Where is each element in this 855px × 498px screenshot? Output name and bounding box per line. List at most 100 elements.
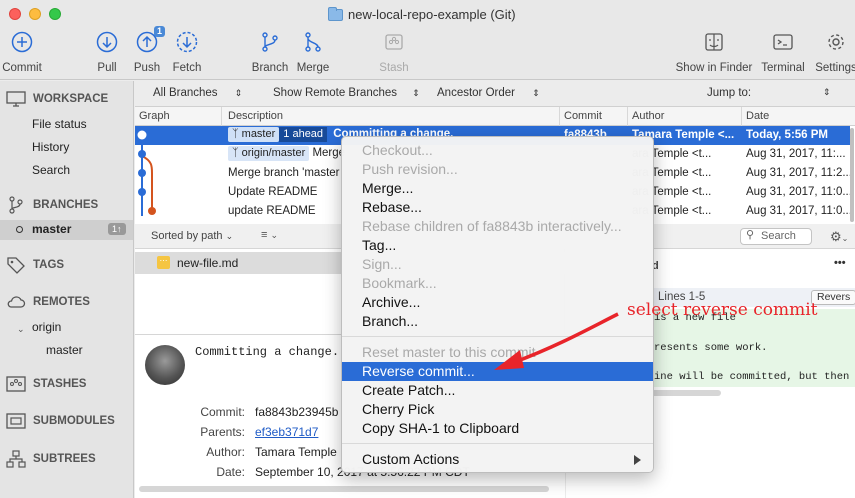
commit-context-menu: Checkout... Push revision... Merge... Re…	[341, 136, 654, 473]
sidebar-item-remote-origin[interactable]: origin	[32, 320, 61, 334]
menu-item-push-revision[interactable]: Push revision...	[342, 160, 653, 179]
view-options-dropdown[interactable]: ≡ ⌄	[261, 229, 278, 241]
branch-ahead-badge: 1↑	[108, 223, 126, 235]
stashes-header[interactable]: STASHES	[6, 376, 86, 392]
gear-icon[interactable]: ⚙⌄	[830, 229, 848, 245]
workspace-header[interactable]: WORKSPACE	[6, 91, 108, 107]
menu-item-sign[interactable]: Sign...	[342, 255, 653, 274]
jump-to-label: Jump to:	[707, 87, 752, 99]
menu-item-bookmark[interactable]: Bookmark...	[342, 274, 653, 293]
fetch-button[interactable]: Fetch	[157, 30, 217, 74]
finder-icon	[702, 30, 726, 54]
column-author[interactable]: Author	[632, 110, 664, 122]
menu-item-create-patch[interactable]: Create Patch...	[342, 381, 653, 400]
monitor-icon	[6, 91, 26, 107]
commit-label: Commit	[2, 62, 42, 74]
show-remote-branches-dropdown[interactable]: Show Remote Branches ⇕	[273, 87, 420, 99]
subtrees-header[interactable]: SUBTREES	[6, 450, 96, 468]
show-remote-label: Show Remote Branches	[273, 87, 398, 99]
menu-item-checkout[interactable]: Checkout...	[342, 141, 653, 160]
merge-button[interactable]: Merge	[283, 30, 343, 74]
commit-date: Aug 31, 2017, 11:0...	[746, 205, 852, 217]
search-input[interactable]: ⚲ Search	[740, 228, 812, 245]
menu-item-branch[interactable]: Branch...	[342, 312, 653, 331]
all-branches-label: All Branches	[153, 87, 218, 99]
more-options-button[interactable]: •••	[834, 257, 846, 269]
all-branches-dropdown[interactable]: All Branches ⇕	[153, 87, 242, 99]
ancestor-order-dropdown[interactable]: Ancestor Order ⇕	[437, 87, 540, 99]
list-icon: ≡	[261, 229, 268, 241]
push-icon: 1	[135, 26, 165, 54]
commit-list-scrollbar[interactable]	[850, 128, 854, 222]
graph-node	[137, 130, 147, 140]
commit-date: Aug 31, 2017, 11:0...	[746, 186, 852, 198]
minimize-window-button[interactable]	[29, 8, 41, 20]
chevron-down-icon: ⌄	[225, 231, 234, 241]
menu-item-reverse-commit[interactable]: Reverse commit...	[342, 362, 653, 381]
menu-item-custom-actions[interactable]: Custom Actions	[342, 450, 653, 469]
close-window-button[interactable]	[9, 8, 21, 20]
show-in-finder-button[interactable]: Show in Finder	[676, 30, 752, 74]
commit-button[interactable]: Commit	[0, 30, 52, 74]
menu-item-rebase[interactable]: Rebase...	[342, 198, 653, 217]
submodules-header[interactable]: SUBMODULES	[6, 413, 115, 429]
sidebar-item-history[interactable]: History	[32, 140, 69, 154]
stash-icon	[6, 376, 26, 392]
terminal-button[interactable]: Terminal	[753, 30, 813, 74]
zoom-window-button[interactable]	[49, 8, 61, 20]
terminal-label: Terminal	[761, 62, 805, 74]
commit-description: update README	[228, 205, 316, 217]
sidebar-item-remote-master[interactable]: master	[46, 343, 83, 357]
tags-header[interactable]: TAGS	[6, 256, 64, 274]
details-scrollbar[interactable]	[139, 486, 549, 492]
menu-item-tag[interactable]: Tag...	[342, 236, 653, 255]
branches-label: BRANCHES	[33, 199, 99, 211]
commit-date: Today, 5:56 PM	[746, 129, 829, 141]
settings-label: Settings	[815, 62, 855, 74]
branch-tag: ᛉ master	[228, 127, 280, 142]
tag-icon	[7, 257, 25, 274]
column-date[interactable]: Date	[746, 110, 769, 122]
sort-dropdown[interactable]: Sorted by path ⌄	[151, 230, 233, 242]
branch-tag: ᛉ origin/master	[228, 146, 310, 161]
remotes-header[interactable]: REMOTES	[6, 294, 90, 310]
stashes-label: STASHES	[33, 378, 87, 390]
ahead-tag: 1 ahead	[279, 127, 328, 142]
file-name: new-file.md	[177, 256, 239, 270]
commit-graph	[137, 130, 156, 216]
fetch-icon	[175, 30, 199, 54]
menu-item-archive[interactable]: Archive...	[342, 293, 653, 312]
author-label: Author:	[206, 445, 245, 459]
parent-commit-link[interactable]: ef3eb371d7	[255, 425, 318, 439]
cloud-icon	[7, 296, 26, 308]
commit-date: Aug 31, 2017, 11:2...	[746, 167, 852, 179]
menu-item-rebase-children[interactable]: Rebase children of fa8843b interactively…	[342, 217, 653, 236]
menu-item-cherry-pick[interactable]: Cherry Pick	[342, 400, 653, 419]
subtrees-label: SUBTREES	[33, 453, 96, 465]
remotes-label: REMOTES	[33, 296, 90, 308]
commit-value: fa8843b23945b	[255, 405, 339, 419]
menu-item-merge[interactable]: Merge...	[342, 179, 653, 198]
sidebar-item-file-status[interactable]: File status	[32, 117, 87, 131]
column-graph[interactable]: Graph	[139, 110, 170, 122]
column-commit[interactable]: Commit	[564, 110, 602, 122]
graph-node	[138, 169, 146, 177]
stash-icon	[382, 30, 406, 54]
commit-message: Committing a change.	[195, 345, 340, 359]
pull-icon	[95, 30, 119, 54]
sidebar-item-branch-master[interactable]: master	[32, 222, 71, 236]
filter-bar: All Branches ⇕ Show Remote Branches ⇕ An…	[135, 81, 855, 107]
menu-item-reset-master[interactable]: Reset master to this commit	[342, 343, 653, 362]
reverse-hunk-button[interactable]: Revers	[811, 290, 855, 305]
chevron-down-icon[interactable]: ⌄	[17, 324, 25, 335]
menu-item-copy-sha[interactable]: Copy SHA-1 to Clipboard	[342, 419, 653, 438]
sidebar-item-search[interactable]: Search	[32, 163, 70, 177]
commit-description: Update README	[228, 186, 318, 198]
column-description[interactable]: Description	[228, 110, 283, 122]
commit-icon	[10, 30, 34, 54]
stash-button[interactable]: Stash	[364, 30, 424, 74]
terminal-icon	[771, 30, 795, 54]
jump-to-dropdown[interactable]: ⇕	[823, 87, 831, 98]
branches-header[interactable]: BRANCHES	[6, 196, 98, 214]
settings-button[interactable]: Settings	[806, 30, 855, 74]
